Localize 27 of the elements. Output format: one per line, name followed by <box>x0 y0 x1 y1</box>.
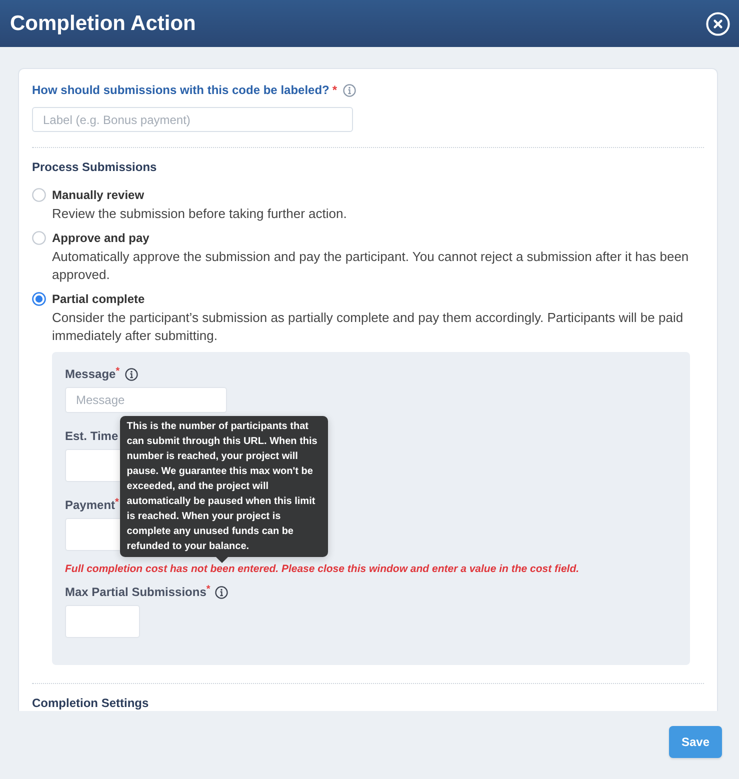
save-button[interactable]: Save <box>669 726 722 758</box>
option-description: Review the submission before taking further action. <box>52 205 348 223</box>
option-title: Approve and pay <box>52 231 150 245</box>
option-description: Consider the participant’s submission as partially complete and pay them accordingly. Participants will be paid immediately after submitting. <box>52 309 684 345</box>
text-field[interactable]: Message <box>65 387 227 413</box>
section-heading: Process Submissions <box>32 160 158 174</box>
radio-button[interactable] <box>32 188 46 202</box>
field-label: Est. Time <box>65 429 118 443</box>
text-field[interactable] <box>65 605 140 638</box>
tooltip-arrow-icon <box>216 556 228 562</box>
dialog-title: Completion Action <box>10 12 196 36</box>
radio-button[interactable] <box>32 231 46 245</box>
field-label: Max Partial Submissions* <box>65 585 210 599</box>
error-message: Full completion cost has not been entered. Please close this window and enter a value in the cost field. <box>65 564 580 575</box>
tooltip: This is the number of participants that can submit through this URL. When this number is reached, your project will pause. We guarantee this max won't be exceeded, and the project will automatically be paused when this limit is reached. When your project is complete any unused funds can be refunded to your balance. <box>120 416 328 556</box>
field-label: How should submissions with this code be labeled? * <box>32 83 338 97</box>
info-icon[interactable] <box>124 368 138 380</box>
option-description: Automatically approve the submission and pay the participant. You cannot reject a submission after it has been approved. <box>52 248 690 284</box>
radio-button[interactable] <box>32 292 46 306</box>
text-field[interactable]: Label (e.g. Bonus payment) <box>32 107 353 132</box>
close-icon[interactable] <box>706 12 730 36</box>
section-heading: Completion Settings <box>32 696 150 710</box>
info-icon[interactable] <box>215 586 228 598</box>
field-label: Payment* <box>65 498 119 512</box>
field-label: Message* <box>65 367 120 381</box>
option-title: Manually review <box>52 188 146 202</box>
option-title: Partial complete <box>52 292 146 306</box>
